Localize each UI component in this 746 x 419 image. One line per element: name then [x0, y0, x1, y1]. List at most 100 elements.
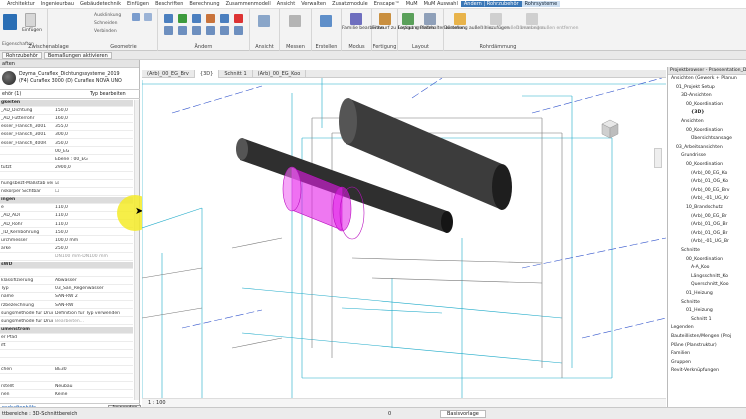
property-row[interactable] — [0, 351, 133, 358]
property-value[interactable]: Bearbeiten... — [55, 319, 133, 325]
move-icon[interactable] — [178, 14, 187, 23]
menu-item[interactable]: Ingenieurbau — [38, 1, 77, 7]
property-row[interactable]: sungsmethode für Druc... Definition für T… — [0, 311, 133, 318]
navigation-bar[interactable] — [654, 148, 662, 168]
view-tab[interactable]: Schnitt 1 — [219, 69, 253, 78]
remove-insulation-icon[interactable] — [526, 13, 538, 25]
trim-icon[interactable] — [192, 26, 201, 35]
property-row[interactable]: hungsbezt-Maßstab ver... ☑ — [0, 181, 133, 188]
browser-item[interactable]: 10_Brandschutz — [686, 205, 723, 210]
browser-item[interactable]: (Arb)_01_OG_Br — [691, 231, 727, 236]
menu-item[interactable]: Berechnung — [186, 1, 222, 7]
copy-icon[interactable] — [178, 26, 187, 35]
property-value[interactable]: 300,0 — [55, 132, 133, 138]
browser-item[interactable]: (Arb)_00_EG_Br — [691, 214, 727, 219]
browser-item[interactable]: {3D} — [691, 110, 705, 115]
property-row[interactable]: er Pfad — [0, 335, 133, 342]
property-row[interactable]: rstellt Neubau — [0, 384, 133, 391]
property-value[interactable]: 2900,0 — [55, 165, 133, 171]
edit-family-button[interactable]: Familie bearbeiten — [342, 26, 384, 31]
property-row[interactable]: DN100 mm-DN100 mm — [0, 254, 133, 261]
browser-item[interactable]: 01_Heizung — [686, 291, 713, 296]
placeholder-icon[interactable] — [424, 13, 436, 25]
remove-insulation-button[interactable]: Dämmung außen entfernen — [516, 26, 578, 31]
browser-item[interactable]: 03_Arbeitsansichten — [676, 145, 723, 150]
menu-item[interactable]: Beschriften — [152, 1, 186, 7]
property-row[interactable]: _AD_Rohr 110,0 — [0, 222, 133, 229]
browser-item[interactable]: 3D-Ansichten — [681, 93, 712, 98]
cope-button[interactable]: Ausklinkung — [94, 13, 121, 18]
property-row[interactable]: umenstrom — [0, 326, 133, 334]
browser-item[interactable]: 00_Koordination — [686, 102, 723, 107]
property-value[interactable]: Neubau — [55, 384, 133, 390]
property-value[interactable]: DN100 mm-DN100 mm — [55, 254, 133, 260]
split-icon[interactable] — [206, 26, 215, 35]
property-row[interactable]: name SAN-RW 2 — [0, 294, 133, 302]
property-row[interactable]: esser_Flansch_400R 350,0 — [0, 141, 133, 148]
browser-item[interactable]: Übersichtsansage — [691, 136, 732, 141]
fabrication-icon[interactable] — [379, 13, 391, 25]
measure-icon[interactable] — [289, 15, 301, 27]
property-row[interactable]: _AD_ADI 110,0 — [0, 213, 133, 221]
layout-icon[interactable] — [402, 13, 414, 25]
join-button[interactable]: Verbinden — [94, 29, 117, 34]
property-value[interactable]: 350,0 — [55, 141, 133, 147]
property-row[interactable]: tutzt 2900,0 — [0, 165, 133, 172]
property-row[interactable]: esser_Flansch_3001 300,0 — [0, 132, 133, 140]
property-row[interactable]: 00_EG — [0, 149, 133, 156]
property-value[interactable]: ☐ — [55, 189, 133, 195]
scale-icon[interactable] — [220, 26, 229, 35]
cut-button[interactable]: Schneiden — [94, 21, 118, 26]
pin-icon[interactable] — [234, 26, 243, 35]
property-row[interactable]: Typ 03_San_Regenwasser — [0, 286, 133, 294]
property-value[interactable]: 355,0 — [55, 124, 133, 130]
browser-item[interactable]: Ansichten (Gewerk + Planun — [671, 76, 737, 81]
array-icon[interactable] — [220, 14, 229, 23]
browser-item[interactable]: (Arb)_01_OG_Ko — [691, 179, 728, 184]
menu-item[interactable]: Einfügen — [124, 1, 152, 7]
workset-selector[interactable]: Basisvorlage — [440, 410, 486, 418]
browser-item[interactable]: Schnitt 1 — [691, 317, 712, 322]
property-row[interactable]: chen BE30 — [0, 367, 133, 375]
edit-type-button[interactable]: Typ bearbeiten — [90, 92, 126, 97]
view-icon[interactable] — [258, 15, 270, 27]
view-tab[interactable]: (Arb)_00_EG_Brv — [142, 69, 195, 78]
property-value[interactable]: Abwasser — [55, 278, 133, 284]
property-value[interactable]: Ebene : 00_EG — [55, 157, 133, 163]
browser-item[interactable]: Querschnitt_Koo — [691, 282, 729, 287]
property-row[interactable]: gkeiten — [0, 100, 133, 107]
property-row[interactable]: esser_Flansch_3001 355,0 — [0, 124, 133, 132]
align-icon[interactable] — [164, 14, 173, 23]
property-row[interactable]: ingen — [0, 197, 133, 204]
type-preview[interactable]: Dzyma_Curaflex_Dichtungssysteme_2019 (F4… — [0, 68, 140, 90]
browser-item[interactable]: Schnitte — [681, 300, 700, 305]
menu-item[interactable]: Zusatzmodule — [329, 1, 371, 7]
browser-item[interactable]: Längsschnitt_Ko — [691, 274, 728, 279]
modify-icon[interactable] — [3, 14, 17, 30]
browser-item[interactable]: (Arb)_00_EG_Ko — [691, 171, 727, 176]
mirror-icon[interactable] — [206, 14, 215, 23]
property-row[interactable]: sWD — [0, 262, 133, 269]
property-row[interactable]: ärke 250,0 — [0, 246, 133, 253]
property-value[interactable]: ☑ — [55, 181, 133, 187]
viewcube[interactable] — [597, 118, 623, 142]
browser-item[interactable]: 00_Koordination — [686, 162, 723, 167]
browser-item[interactable]: (Arb)_01_OG_Br — [691, 222, 727, 227]
browser-item[interactable]: Revit-Verknüpfungen — [671, 368, 719, 373]
browser-item[interactable]: (Arb)_-01_UG_Br — [691, 239, 729, 244]
browser-item[interactable]: 00_Koordination — [686, 128, 723, 133]
property-value[interactable]: 03_San_Regenwasser — [55, 286, 133, 292]
menu-item[interactable]: Ändern | Rohrzubehör — [460, 1, 522, 7]
menu-item[interactable]: Gebäudetechnik — [77, 1, 124, 7]
property-value[interactable]: 250,0 — [55, 246, 133, 252]
geometry-icon[interactable] — [144, 13, 152, 21]
property-row[interactable]: sungsmethode für Druc... Bearbeiten... — [0, 319, 133, 326]
browser-item[interactable]: Ansichten — [681, 119, 704, 124]
menu-item[interactable]: Verwalten — [298, 1, 329, 7]
property-row[interactable]: urchmesser 100,0 mm — [0, 238, 133, 245]
create-icon[interactable] — [320, 15, 332, 27]
property-row[interactable] — [0, 270, 133, 277]
offset-icon[interactable] — [164, 26, 173, 35]
edit-family-icon[interactable] — [350, 13, 362, 25]
property-value[interactable]: 150,0 — [55, 108, 133, 114]
